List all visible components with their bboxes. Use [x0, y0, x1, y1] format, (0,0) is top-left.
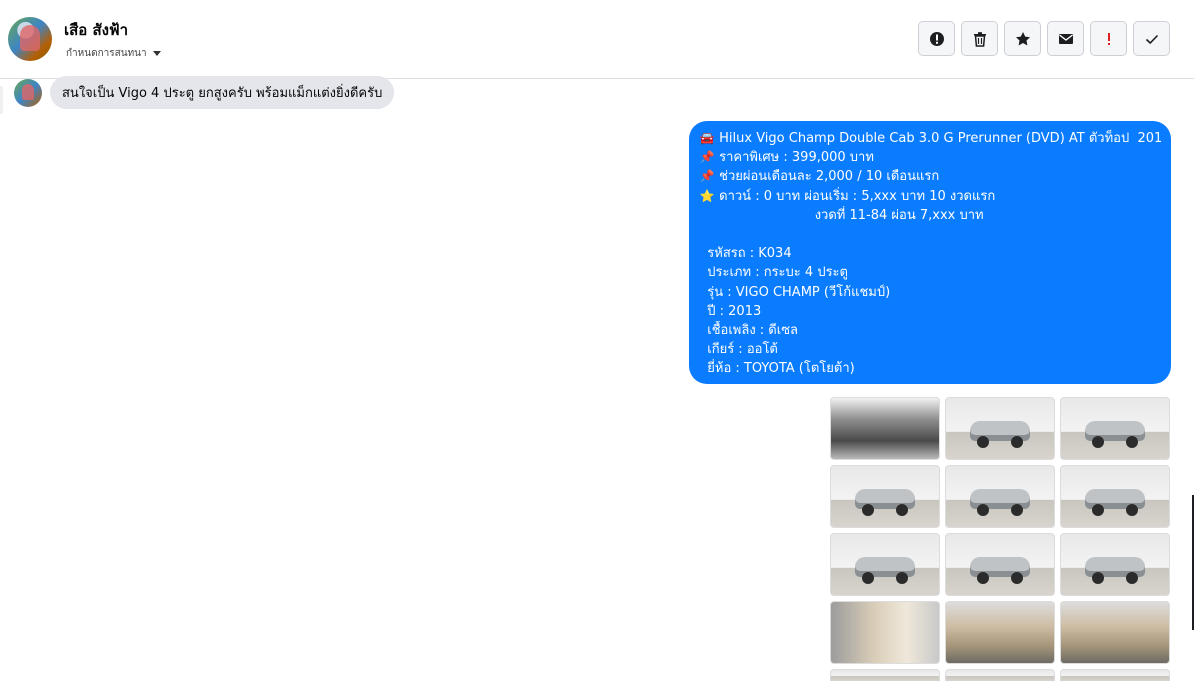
incoming-message: สนใจเป็น Vigo 4 ประตู ยกสูงครับ พร้อมแม็…	[14, 76, 395, 109]
photo-thumbnail[interactable]	[1060, 397, 1170, 460]
car-image	[1084, 421, 1146, 448]
mail-icon	[1058, 33, 1073, 44]
photo-thumbnail[interactable]	[945, 397, 1055, 460]
photo-attachment-grid	[830, 397, 1170, 681]
trash-icon	[973, 31, 986, 47]
conversation-settings-label: กำหนดการสนทนา	[66, 48, 147, 59]
conversation-actions	[918, 21, 1170, 56]
check-icon	[1145, 34, 1158, 44]
conversation-header: เสือ สังฟ้า กำหนดการสนทนา	[0, 0, 1194, 79]
photo-thumbnail[interactable]	[945, 465, 1055, 528]
message-line-text: รหัสรถ : K034	[699, 246, 792, 262]
contact-avatar[interactable]	[8, 17, 52, 61]
message-line: รหัสรถ : K034	[699, 244, 1161, 263]
mark-unread-button[interactable]	[1047, 21, 1084, 56]
incoming-message-bubble[interactable]: สนใจเป็น Vigo 4 ประตู ยกสูงครับ พร้อมแม็…	[50, 76, 395, 109]
message-line-text: ราคาพิเศษ : 399,000 บาท	[719, 150, 874, 166]
message-line: เชื้อเพลิง : ดีเซล	[699, 321, 1161, 340]
message-line: งวดที่ 11-84 ผ่อน 7,xxx บาท	[699, 206, 1161, 225]
star-button[interactable]	[1004, 21, 1041, 56]
photo-thumbnail[interactable]	[830, 397, 940, 460]
photo-thumbnail[interactable]	[1060, 533, 1170, 596]
message-line-text: ประเภท : กระบะ 4 ประตู	[699, 265, 848, 281]
message-line-text: เกียร์ : ออโต้	[699, 342, 778, 358]
car-image	[969, 421, 1031, 448]
report-button[interactable]	[918, 21, 955, 56]
message-line: ยี่ห้อ : TOYOTA (โตโยต้า)	[699, 359, 1161, 378]
contact-name[interactable]: เสือ สังฟ้า	[64, 18, 128, 42]
message-line	[699, 225, 1161, 244]
message-line-text	[699, 227, 703, 242]
message-line-text: เชื้อเพลิง : ดีเซล	[699, 323, 798, 339]
emoji-icon: 📌	[699, 150, 715, 165]
message-line: ประเภท : กระบะ 4 ประตู	[699, 263, 1161, 282]
photo-thumbnail[interactable]	[945, 601, 1055, 664]
message-line: ⭐ ดาวน์ : 0 บาท ผ่อนเริ่ม : 5,xxx บาท 10…	[699, 187, 1161, 206]
photo-thumbnail[interactable]	[830, 601, 940, 664]
scroll-edge	[0, 86, 3, 114]
emoji-icon: 🚘	[699, 131, 715, 145]
mark-spam-button[interactable]	[1090, 21, 1127, 56]
message-line-text: ปี : 2013	[699, 303, 762, 319]
message-line-text: ยี่ห้อ : TOYOTA (โตโยต้า)	[699, 361, 855, 377]
outgoing-message-bubble[interactable]: 🚘 Hilux Vigo Champ Double Cab 3.0 G Prer…	[689, 121, 1171, 384]
car-image	[969, 557, 1031, 584]
car-image	[854, 557, 916, 584]
photo-thumbnail[interactable]	[1060, 601, 1170, 664]
car-image	[1084, 557, 1146, 584]
delete-button[interactable]	[961, 21, 998, 56]
photo-thumbnail[interactable]	[830, 669, 940, 681]
car-image	[854, 489, 916, 516]
conversation-settings-dropdown[interactable]: กำหนดการสนทนา	[66, 46, 161, 61]
message-line: เกียร์ : ออโต้	[699, 340, 1161, 359]
message-line: 📌 ราคาพิเศษ : 399,000 บาท	[699, 148, 1161, 167]
message-line-text: ดาวน์ : 0 บาท ผ่อนเริ่ม : 5,xxx บาท 10 ง…	[719, 188, 996, 204]
photo-thumbnail[interactable]	[830, 465, 940, 528]
exclamation-icon	[1107, 32, 1110, 45]
car-image	[1084, 489, 1146, 516]
report-icon	[929, 31, 944, 46]
sender-avatar[interactable]	[14, 78, 42, 107]
message-line-text: ช่วยผ่อนเดือนละ 2,000 / 10 เดือนแรก	[719, 169, 940, 185]
photo-thumbnail[interactable]	[1060, 669, 1170, 681]
message-line-text: งวดที่ 11-84 ผ่อน 7,xxx บาท	[699, 207, 984, 223]
emoji-icon: 📌	[699, 169, 715, 184]
photo-thumbnail[interactable]	[945, 533, 1055, 596]
message-line: รุ่น : VIGO CHAMP (วีโก้แชมป์)	[699, 283, 1161, 302]
message-line-text: Hilux Vigo Champ Double Cab 3.0 G Prerun…	[719, 131, 1161, 146]
photo-thumbnail[interactable]	[945, 669, 1055, 681]
message-line: 📌 ช่วยผ่อนเดือนละ 2,000 / 10 เดือนแรก	[699, 167, 1161, 186]
photo-thumbnail[interactable]	[830, 533, 940, 596]
car-image	[969, 489, 1031, 516]
star-icon	[1015, 31, 1030, 45]
message-line: 🚘 Hilux Vigo Champ Double Cab 3.0 G Prer…	[699, 129, 1161, 148]
chevron-down-icon	[152, 51, 161, 56]
message-line-text: รุ่น : VIGO CHAMP (วีโก้แชมป์)	[699, 284, 891, 300]
photo-thumbnail[interactable]	[1060, 465, 1170, 528]
mark-done-button[interactable]	[1133, 21, 1170, 56]
message-line: ปี : 2013	[699, 302, 1161, 321]
emoji-icon: ⭐	[699, 188, 715, 203]
